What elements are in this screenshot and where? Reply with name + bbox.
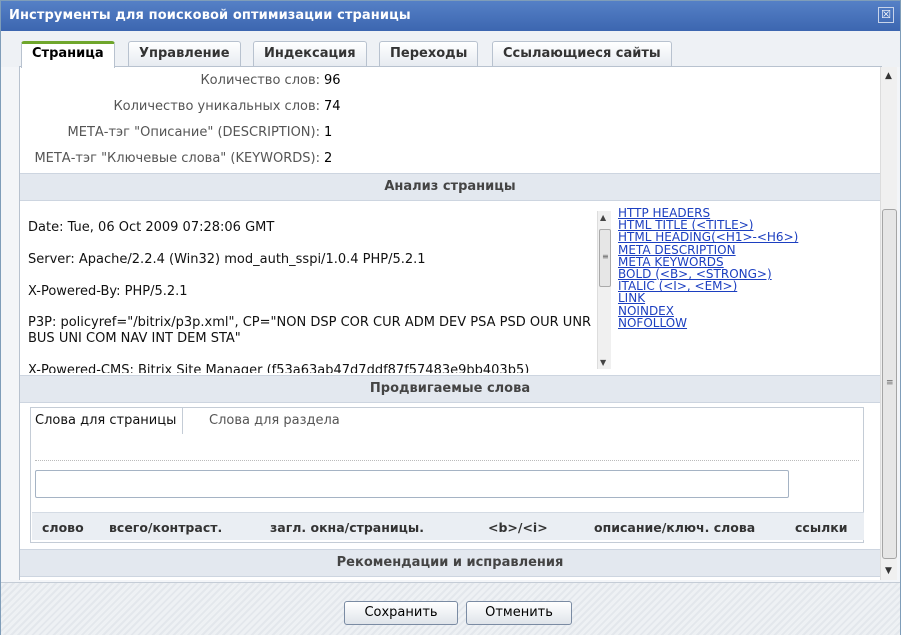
scroll-down-icon[interactable]: ▼ bbox=[885, 566, 892, 576]
save-button[interactable]: Сохранить bbox=[344, 601, 458, 625]
section-header-recommendations: Рекомендации и исправления bbox=[20, 549, 880, 577]
promoted-words-box: Слова для страницы Слова для раздела сло… bbox=[30, 407, 864, 543]
header-line-powered-by: X-Powered-By: PHP/5.2.1 bbox=[28, 284, 188, 299]
tab-management[interactable]: Управление bbox=[128, 41, 241, 67]
http-headers-box[interactable]: Date: Tue, 06 Oct 2009 07:28:06 GMT Serv… bbox=[22, 205, 614, 373]
scroll-thumb[interactable]: ≡ bbox=[599, 229, 611, 287]
column-titles: загл. окна/страницы. bbox=[270, 520, 424, 535]
stat-row-word-count: Количество слов: 96 bbox=[20, 69, 880, 93]
stat-row-meta-keywords: МЕТА-тэг "Ключевые слова" (KEYWORDS): 2 bbox=[20, 147, 880, 171]
header-line-p3p: P3P: policyref="/bitrix/p3p.xml", CP="NO… bbox=[28, 315, 592, 346]
page-tab-panel: Количество слов: 96 Количество уникальны… bbox=[19, 67, 897, 580]
stat-value: 74 bbox=[324, 99, 341, 114]
stat-row-meta-description: МЕТА-тэг "Описание" (DESCRIPTION): 1 bbox=[20, 121, 880, 145]
tab-section-words[interactable]: Слова для раздела bbox=[209, 413, 340, 428]
stat-label: Количество уникальных слов: bbox=[113, 99, 320, 114]
cancel-button[interactable]: Отменить bbox=[466, 601, 572, 625]
column-word: слово bbox=[42, 520, 84, 535]
analysis-links: HTTP HEADERS HTML TITLE (<TITLE>) HTML H… bbox=[618, 207, 878, 329]
stat-value: 96 bbox=[324, 73, 341, 88]
section-header-promoted-words: Продвигаемые слова bbox=[20, 375, 880, 403]
link-nofollow[interactable]: NOFOLLOW bbox=[618, 317, 878, 329]
link-italic[interactable]: ITALIC (<I>, <EM>) bbox=[618, 280, 878, 292]
tab-indexing[interactable]: Индексация bbox=[253, 41, 367, 67]
scroll-down-icon[interactable]: ▼ bbox=[600, 358, 606, 367]
stat-row-unique-words: Количество уникальных слов: 74 bbox=[20, 95, 880, 119]
link-html-heading[interactable]: HTML HEADING(<H1>-<H6>) bbox=[618, 231, 878, 243]
dialog-title: Инструменты для поисковой оптимизации ст… bbox=[9, 8, 411, 23]
tab-bar: Страница Управление Индексация Переходы … bbox=[1, 31, 900, 68]
header-line-powered-cms: X-Powered-CMS: Bitrix Site Manager (f53a… bbox=[28, 363, 530, 373]
scroll-up-icon[interactable]: ▲ bbox=[885, 71, 892, 81]
promoted-words-input[interactable] bbox=[35, 470, 789, 498]
link-noindex[interactable]: NOINDEX bbox=[618, 304, 878, 316]
section-header-page-analysis: Анализ страницы bbox=[20, 173, 880, 201]
column-bold-italic: <b>/<i> bbox=[488, 520, 548, 535]
link-meta-description[interactable]: META DESCRIPTION bbox=[618, 243, 878, 255]
panel-scrollbar[interactable]: ▲ ≡ ▼ bbox=[880, 67, 897, 580]
tab-referring-sites[interactable]: Ссылающиеся сайты bbox=[492, 41, 672, 67]
close-icon[interactable]: ☒ bbox=[878, 7, 894, 23]
tab-page[interactable]: Страница bbox=[21, 41, 115, 68]
stat-label: МЕТА-тэг "Описание" (DESCRIPTION): bbox=[67, 125, 320, 140]
seo-tools-dialog: Инструменты для поисковой оптимизации ст… bbox=[0, 0, 901, 635]
dialog-footer: Сохранить Отменить bbox=[1, 582, 900, 635]
scroll-thumb[interactable]: ≡ bbox=[882, 209, 897, 559]
divider bbox=[35, 460, 859, 461]
stat-value: 2 bbox=[324, 151, 333, 166]
header-line-date: Date: Tue, 06 Oct 2009 07:28:06 GMT bbox=[28, 220, 275, 235]
column-total-contrast: всего/контраст. bbox=[109, 520, 223, 535]
column-links: ссылки bbox=[795, 520, 848, 535]
words-table-header: слово всего/контраст. загл. окна/страниц… bbox=[32, 512, 864, 540]
header-line-server: Server: Apache/2.2.4 (Win32) mod_auth_ss… bbox=[28, 252, 426, 267]
headers-scrollbar[interactable]: ▲ ≡ ▼ bbox=[597, 211, 611, 369]
stat-value: 1 bbox=[324, 125, 333, 140]
tab-referrals[interactable]: Переходы bbox=[379, 41, 479, 67]
column-description-keywords: описание/ключ. слова bbox=[594, 520, 756, 535]
grip-icon: ≡ bbox=[602, 252, 609, 261]
link-link[interactable]: LINK bbox=[618, 292, 878, 304]
words-tab-bar: Слова для страницы Слова для раздела bbox=[31, 408, 863, 434]
tab-page-words[interactable]: Слова для страницы bbox=[31, 408, 184, 434]
stat-label: МЕТА-тэг "Ключевые слова" (KEYWORDS): bbox=[34, 151, 320, 166]
stat-label: Количество слов: bbox=[200, 73, 320, 88]
grip-icon: ≡ bbox=[886, 378, 894, 388]
scroll-up-icon[interactable]: ▲ bbox=[600, 213, 606, 222]
title-bar: Инструменты для поисковой оптимизации ст… bbox=[1, 1, 900, 31]
